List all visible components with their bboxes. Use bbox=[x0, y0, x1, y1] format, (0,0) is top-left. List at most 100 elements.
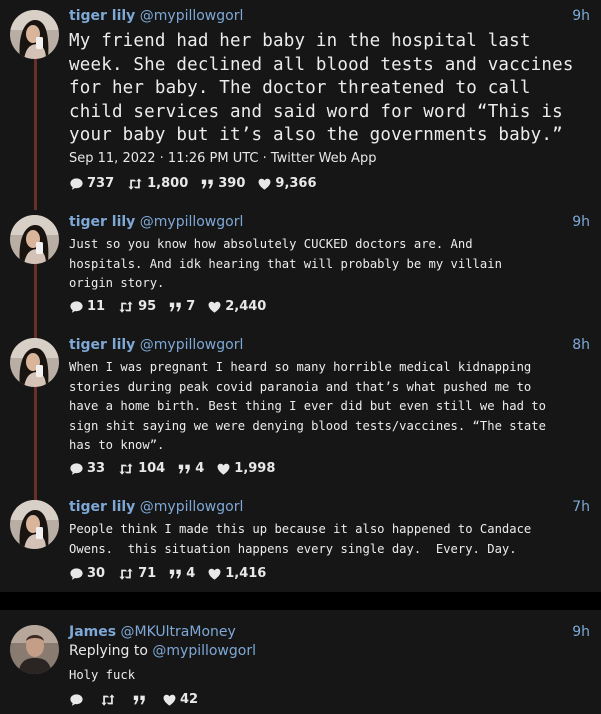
retweet-icon bbox=[117, 462, 135, 476]
tweet[interactable]: tiger lily @mypillowgorl 8h When I was p… bbox=[0, 328, 601, 490]
tweet-stats: 11 95 7 2,440 bbox=[69, 299, 278, 314]
like-count: 1,416 bbox=[225, 566, 267, 581]
like-button[interactable]: 1,416 bbox=[207, 566, 266, 581]
tweet-stats: 42 bbox=[69, 692, 210, 707]
author-handle[interactable]: @mypillowgorl bbox=[140, 214, 244, 230]
reply-button[interactable] bbox=[69, 693, 87, 707]
quote-count: 4 bbox=[195, 461, 205, 476]
tweet-text: Holy fuck bbox=[69, 668, 136, 682]
quote-count: 7 bbox=[186, 299, 196, 314]
replying-to-mention[interactable]: @mypillowgorl bbox=[152, 643, 256, 659]
quote-button[interactable]: 4 bbox=[177, 461, 204, 476]
tweet-time[interactable]: 9h bbox=[572, 624, 590, 640]
retweet-button[interactable]: 104 bbox=[117, 461, 165, 476]
tweet-header: tiger lily @mypillowgorl bbox=[69, 337, 243, 353]
tweet-timestamp-meta[interactable]: Sep 11, 2022 · 11:26 PM UTC · Twitter We… bbox=[69, 151, 376, 166]
heart-icon bbox=[207, 567, 222, 581]
retweet-count: 71 bbox=[138, 566, 157, 581]
replying-to-prefix: Replying to bbox=[69, 643, 148, 659]
tweet-time[interactable]: 8h bbox=[572, 337, 590, 353]
tweet-text: My friend had her baby in the hospital l… bbox=[69, 31, 574, 145]
like-button[interactable]: 42 bbox=[162, 692, 198, 707]
tweet-header: tiger lily @mypillowgorl bbox=[69, 499, 243, 515]
reply-tweet[interactable]: James @MKUltraMoney 9h Replying to @mypi… bbox=[0, 610, 601, 714]
tweet-stats: 30 71 4 1,416 bbox=[69, 566, 278, 581]
quote-button[interactable]: 390 bbox=[200, 176, 245, 191]
tweet-time[interactable]: 9h bbox=[572, 214, 590, 230]
heart-icon bbox=[207, 300, 222, 314]
author-name[interactable]: tiger lily bbox=[69, 8, 135, 24]
author-name[interactable]: tiger lily bbox=[69, 214, 135, 230]
retweet-count: 1,800 bbox=[147, 176, 189, 191]
author-handle[interactable]: @MKUltraMoney bbox=[121, 624, 236, 640]
comment-bubble-icon bbox=[69, 693, 84, 707]
heart-icon bbox=[257, 177, 272, 191]
reply-button[interactable]: 737 bbox=[69, 176, 114, 191]
heart-icon bbox=[162, 693, 177, 707]
replying-to: Replying to @mypillowgorl bbox=[69, 643, 256, 659]
quote-icon bbox=[132, 693, 147, 707]
tweet-header: tiger lily @mypillowgorl bbox=[69, 214, 243, 230]
author-name[interactable]: James bbox=[69, 624, 116, 640]
retweet-button[interactable]: 1,800 bbox=[126, 176, 188, 191]
reply-count: 737 bbox=[87, 176, 115, 191]
like-button[interactable]: 9,366 bbox=[257, 176, 317, 191]
comment-bubble-icon bbox=[69, 567, 84, 581]
author-name[interactable]: tiger lily bbox=[69, 499, 135, 515]
tweet-time[interactable]: 9h bbox=[572, 8, 590, 24]
quote-icon bbox=[168, 567, 183, 581]
author-handle[interactable]: @mypillowgorl bbox=[140, 337, 244, 353]
retweet-icon bbox=[126, 177, 144, 191]
quote-button[interactable] bbox=[132, 693, 150, 707]
tweet-header: James @MKUltraMoney bbox=[69, 624, 236, 640]
reply-button[interactable]: 33 bbox=[69, 461, 105, 476]
like-count: 1,998 bbox=[234, 461, 276, 476]
tweet-stats: 33 104 4 1,998 bbox=[69, 461, 287, 476]
section-divider bbox=[0, 592, 601, 610]
author-handle[interactable]: @mypillowgorl bbox=[140, 499, 244, 515]
quote-button[interactable]: 7 bbox=[168, 299, 195, 314]
like-count: 9,366 bbox=[275, 176, 317, 191]
tweet-text: When I was pregnant I heard so many horr… bbox=[69, 360, 546, 453]
tweet[interactable]: tiger lily @mypillowgorl 9h My friend ha… bbox=[0, 0, 601, 200]
retweet-icon bbox=[99, 693, 117, 707]
reply-button[interactable]: 11 bbox=[69, 299, 105, 314]
retweet-icon bbox=[117, 567, 135, 581]
tweet-time[interactable]: 7h bbox=[572, 499, 590, 515]
retweet-count: 104 bbox=[138, 461, 166, 476]
retweet-button[interactable]: 95 bbox=[117, 299, 156, 314]
quote-icon bbox=[200, 177, 215, 191]
avatar[interactable] bbox=[10, 500, 59, 549]
avatar[interactable] bbox=[10, 625, 59, 674]
tweet-text: Just so you know how absolutely CUCKED d… bbox=[69, 237, 502, 291]
like-button[interactable]: 2,440 bbox=[207, 299, 266, 314]
tweet-text: People think I made this up because it a… bbox=[69, 522, 532, 556]
reply-count: 30 bbox=[87, 566, 106, 581]
retweet-icon bbox=[117, 300, 135, 314]
reply-count: 11 bbox=[87, 299, 106, 314]
retweet-button[interactable] bbox=[99, 693, 120, 707]
like-count: 42 bbox=[180, 692, 199, 707]
retweet-button[interactable]: 71 bbox=[117, 566, 156, 581]
quote-count: 390 bbox=[218, 176, 246, 191]
like-count: 2,440 bbox=[225, 299, 267, 314]
avatar[interactable] bbox=[10, 10, 59, 59]
like-button[interactable]: 1,998 bbox=[216, 461, 275, 476]
quote-icon bbox=[168, 300, 183, 314]
heart-icon bbox=[216, 462, 231, 476]
thread-section: tiger lily @mypillowgorl 9h My friend ha… bbox=[0, 0, 601, 592]
author-handle[interactable]: @mypillowgorl bbox=[140, 8, 244, 24]
tweet-header: tiger lily @mypillowgorl bbox=[69, 8, 243, 24]
tweet[interactable]: tiger lily @mypillowgorl 7h People think… bbox=[0, 490, 601, 590]
comment-bubble-icon bbox=[69, 177, 84, 191]
avatar[interactable] bbox=[10, 338, 59, 387]
avatar[interactable] bbox=[10, 215, 59, 264]
quote-button[interactable]: 4 bbox=[168, 566, 195, 581]
tweet[interactable]: tiger lily @mypillowgorl 9h Just so you … bbox=[0, 205, 601, 320]
author-name[interactable]: tiger lily bbox=[69, 337, 135, 353]
retweet-count: 95 bbox=[138, 299, 157, 314]
comment-bubble-icon bbox=[69, 462, 84, 476]
reply-button[interactable]: 30 bbox=[69, 566, 105, 581]
comment-bubble-icon bbox=[69, 300, 84, 314]
quote-icon bbox=[177, 462, 192, 476]
